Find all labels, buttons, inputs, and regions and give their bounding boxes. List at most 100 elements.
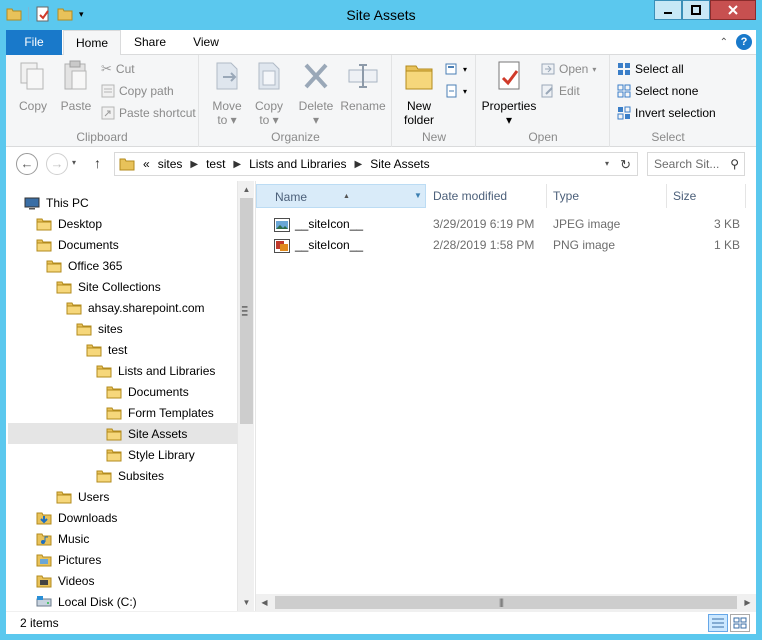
- invert-selection-button[interactable]: Invert selection: [617, 104, 716, 122]
- nav-tree-item[interactable]: test: [86, 339, 127, 360]
- large-icons-view-button[interactable]: [730, 614, 750, 632]
- downloads-icon: [36, 512, 52, 524]
- tab-share[interactable]: Share: [126, 30, 174, 55]
- easy-access-button[interactable]: ▾: [445, 82, 467, 100]
- up-button[interactable]: ↑: [94, 155, 101, 171]
- open-button[interactable]: Open ▾: [541, 60, 596, 78]
- nav-tree-item[interactable]: Local Disk (C:): [36, 591, 137, 612]
- folder-icon: [96, 470, 112, 482]
- tab-file[interactable]: File: [6, 30, 62, 55]
- back-button[interactable]: ←: [16, 153, 38, 175]
- breadcrumb-chevron-icon[interactable]: ▶: [355, 159, 363, 170]
- properties-label: Properties ▾: [481, 99, 537, 127]
- nav-tree-item[interactable]: Site Collections: [56, 276, 161, 297]
- close-icon: [728, 5, 738, 15]
- nav-tree-item[interactable]: Desktop: [36, 213, 102, 234]
- copy-button[interactable]: Copy: [14, 59, 52, 113]
- breadcrumb-item[interactable]: test: [206, 157, 225, 171]
- properties-icon: [498, 61, 520, 90]
- details-view-button[interactable]: [708, 614, 728, 632]
- copy-to-button[interactable]: Copy to ▾: [250, 59, 288, 127]
- nav-tree-item[interactable]: Office 365: [46, 255, 122, 276]
- nav-tree-item[interactable]: Style Library: [106, 444, 195, 465]
- nav-tree-item[interactable]: Documents: [36, 234, 119, 255]
- nav-tree-item[interactable]: This PC: [24, 192, 89, 213]
- nav-tree-item[interactable]: Music: [36, 528, 89, 549]
- breadcrumb-chevron-icon[interactable]: ▶: [233, 159, 241, 170]
- nav-tree-item[interactable]: Subsites: [96, 465, 164, 486]
- select-group: Select all Select none Invert selection …: [611, 55, 725, 147]
- select-all-icon: [618, 63, 630, 75]
- pictures-icon: [36, 554, 52, 566]
- nav-tree-item[interactable]: Documents: [106, 381, 189, 402]
- window-controls: [654, 0, 756, 20]
- file-name[interactable]: __siteIcon__: [295, 235, 363, 256]
- select-group-label: Select: [651, 130, 685, 144]
- edit-button[interactable]: Edit: [541, 82, 580, 100]
- select-none-button[interactable]: Select none: [617, 82, 698, 100]
- recent-locations-icon[interactable]: ▾: [72, 158, 76, 167]
- select-all-button[interactable]: Select all: [617, 60, 684, 78]
- paste-button[interactable]: Paste: [56, 59, 96, 113]
- column-header-name[interactable]: ▲ Name: [256, 184, 426, 208]
- column-filter-dropdown-icon[interactable]: ▼: [410, 184, 426, 208]
- file-row[interactable]: __siteIcon__ 2/28/2019 1:58 PM PNG image…: [256, 235, 746, 256]
- maximize-button[interactable]: [682, 0, 710, 20]
- delete-button[interactable]: Delete ▾: [296, 59, 336, 127]
- column-header-size[interactable]: Size: [667, 184, 746, 208]
- scrollbar-thumb[interactable]: [275, 596, 737, 609]
- file-name[interactable]: __siteIcon__: [295, 214, 363, 235]
- breadcrumb-overflow[interactable]: «: [143, 157, 150, 171]
- move-to-button[interactable]: Move to ▾: [208, 59, 246, 127]
- breadcrumb-chevron-icon[interactable]: ▶: [190, 159, 198, 170]
- scroll-right-icon[interactable]: ▶: [739, 594, 756, 611]
- scroll-left-icon[interactable]: ◀: [256, 594, 273, 611]
- properties-button[interactable]: Properties ▾: [481, 59, 537, 127]
- collapse-ribbon-icon[interactable]: ⌃: [720, 37, 728, 48]
- nav-pane-scrollbar[interactable]: ▲ ━ ━ ━ ▼: [237, 181, 254, 611]
- ribbon-tabs: File Home Share View ⌃ ?: [6, 30, 756, 56]
- copy-path-button[interactable]: Copy path: [101, 82, 174, 100]
- help-icon[interactable]: ?: [736, 34, 752, 50]
- scroll-up-icon[interactable]: ▲: [238, 181, 255, 198]
- paste-shortcut-button[interactable]: Paste shortcut: [101, 104, 196, 122]
- file-row[interactable]: __siteIcon__ 3/29/2019 6:19 PM JPEG imag…: [256, 214, 746, 235]
- new-group-label: New: [421, 130, 446, 144]
- close-button[interactable]: [710, 0, 756, 20]
- tab-home[interactable]: Home: [63, 30, 121, 56]
- scroll-down-icon[interactable]: ▼: [238, 594, 255, 611]
- nav-tree-label: Local Disk (C:): [58, 594, 137, 609]
- tab-view[interactable]: View: [181, 30, 231, 55]
- new-item-button[interactable]: ▾: [445, 60, 467, 78]
- nav-tree-item[interactable]: sites: [76, 318, 123, 339]
- nav-tree-item[interactable]: Pictures: [36, 549, 101, 570]
- new-folder-button[interactable]: New folder: [397, 59, 441, 127]
- nav-tree-item[interactable]: Downloads: [36, 507, 117, 528]
- address-bar[interactable]: « sites ▶ test ▶ Lists and Libraries ▶ S…: [114, 152, 638, 176]
- music-icon: [36, 533, 52, 545]
- nav-tree-item[interactable]: Users: [56, 486, 109, 507]
- breadcrumb-item[interactable]: Site Assets: [370, 157, 429, 171]
- search-input[interactable]: Search Sit... ⚲: [647, 152, 745, 176]
- address-dropdown-icon[interactable]: ▾: [605, 159, 609, 168]
- file-list-scrollbar[interactable]: ◀ ||| ▶: [256, 594, 756, 611]
- paste-label: Paste: [60, 99, 92, 113]
- file-type: PNG image: [553, 238, 616, 252]
- nav-tree-label: Documents: [58, 237, 119, 252]
- nav-tree-label: Lists and Libraries: [118, 363, 216, 378]
- nav-tree-item[interactable]: Form Templates: [106, 402, 214, 423]
- breadcrumb-item[interactable]: sites: [158, 157, 183, 171]
- column-header-type[interactable]: Type: [547, 184, 667, 208]
- refresh-icon[interactable]: ↻: [620, 157, 631, 173]
- breadcrumb-item[interactable]: Lists and Libraries: [249, 157, 346, 171]
- nav-tree-item[interactable]: Videos: [36, 570, 94, 591]
- rename-button[interactable]: Rename: [340, 59, 386, 113]
- nav-tree-item[interactable]: ahsay.sharepoint.com: [66, 297, 205, 318]
- minimize-button[interactable]: [654, 0, 682, 20]
- forward-button[interactable]: →: [46, 153, 68, 175]
- column-header-date[interactable]: Date modified: [427, 184, 547, 208]
- nav-tree-item[interactable]: Lists and Libraries: [96, 360, 215, 381]
- cut-button[interactable]: ✂ Cut: [101, 60, 135, 78]
- nav-tree-item[interactable]: Site Assets: [8, 423, 237, 444]
- copy-to-label: Copy to ▾: [254, 99, 283, 127]
